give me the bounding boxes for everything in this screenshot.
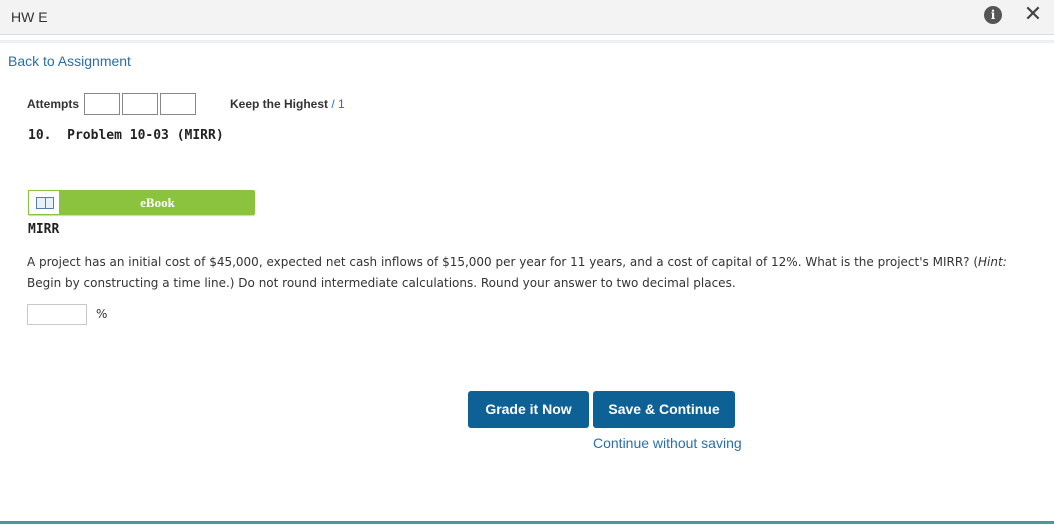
ebook-label: eBook <box>140 195 175 210</box>
keep-highest-value: 1 <box>338 97 345 111</box>
save-and-continue-button[interactable]: Save & Continue <box>593 391 735 428</box>
percent-unit: % <box>96 307 108 321</box>
attempt-box-1 <box>84 93 120 115</box>
back-to-assignment-link[interactable]: Back to Assignment <box>8 53 131 69</box>
assignment-title: HW E <box>11 9 48 25</box>
continue-without-saving-link[interactable]: Continue without saving <box>593 435 742 451</box>
ebook-button[interactable]: eBook <box>28 190 255 215</box>
hint-label: Hint: <box>978 255 1007 269</box>
keep-separator: / <box>328 97 339 111</box>
problem-title: 10. Problem 10-03 (MIRR) <box>28 128 224 143</box>
keep-highest-text: Keep the Highest <box>230 97 329 111</box>
book-icon <box>28 190 60 215</box>
info-icon[interactable]: i <box>984 6 1002 24</box>
attempts-label: Attempts <box>27 97 80 111</box>
question-text: A project has an initial cost of $45,000… <box>27 255 1007 290</box>
title-bar: HW E i ✕ <box>0 0 1054 35</box>
header-divider <box>0 40 1054 43</box>
grade-it-now-button[interactable]: Grade it Now <box>468 391 589 428</box>
attempt-box-2 <box>122 93 158 115</box>
answer-input[interactable] <box>27 304 87 325</box>
keep-highest-label: Keep the Highest / 1 <box>230 97 345 111</box>
section-title: MIRR <box>28 222 60 237</box>
attempt-box-3 <box>160 93 196 115</box>
close-icon[interactable]: ✕ <box>1022 2 1044 28</box>
